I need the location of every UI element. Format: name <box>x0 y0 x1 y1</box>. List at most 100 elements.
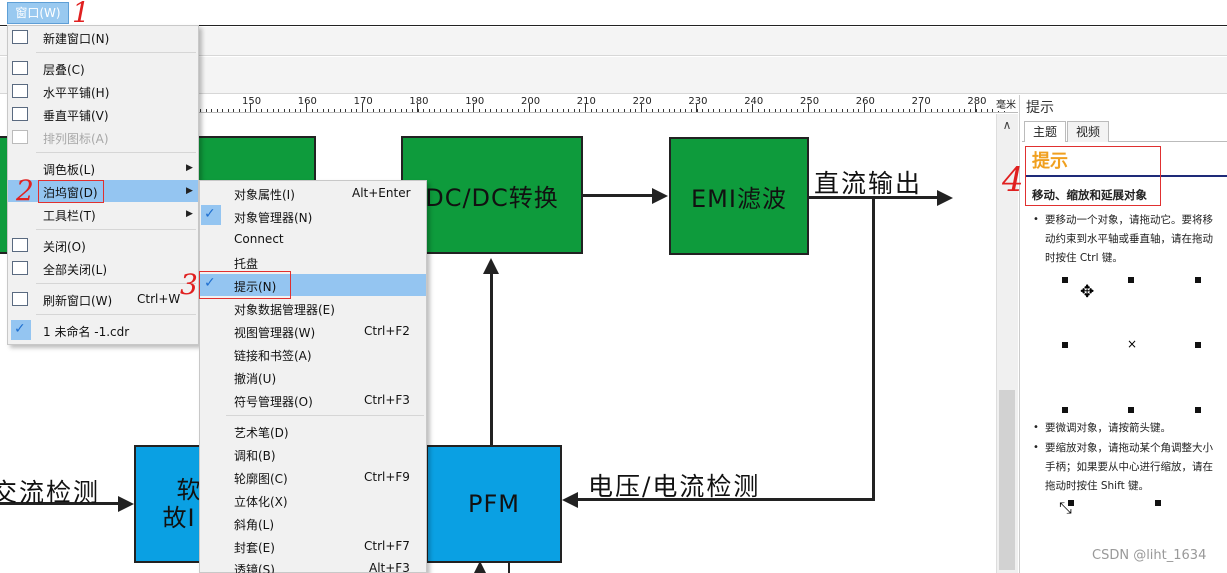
ruler-minor-tick <box>434 109 435 112</box>
selection-handle-icon <box>1195 277 1201 283</box>
menu-item-document-1[interactable]: 1 未命名 -1.cdr <box>43 323 129 340</box>
ruler-minor-tick <box>373 109 374 112</box>
ruler-minor-tick <box>473 109 474 112</box>
shortcut-refresh: Ctrl+W <box>137 292 181 306</box>
submenu-item-symbol-manager[interactable]: 符号管理器(O) <box>234 393 313 410</box>
diagram-box-emi[interactable]: EMI滤波 <box>669 137 809 255</box>
submenu-item-blend[interactable]: 调和(B) <box>234 447 276 464</box>
menu-item-toolbars[interactable]: 工具栏(T) <box>43 207 96 224</box>
ruler-minor-tick <box>713 109 714 112</box>
menu-separator <box>36 229 196 230</box>
submenu-item-artistic-media[interactable]: 艺术笔(D) <box>234 424 289 441</box>
submenu-item-contour[interactable]: 轮廓图(C) <box>234 470 288 487</box>
selection-handle-icon <box>1128 407 1134 413</box>
ruler-minor-tick <box>942 109 943 112</box>
ruler-minor-tick <box>858 109 859 112</box>
diagram-box-pfm[interactable]: PFM <box>426 445 562 563</box>
ruler-tick-label: 170 <box>353 96 373 107</box>
submenu-item-links-bookmarks[interactable]: 链接和书签(A) <box>234 347 312 364</box>
ruler-minor-tick <box>652 109 653 112</box>
ruler-minor-tick <box>295 109 296 112</box>
tab-topic[interactable]: 主题 <box>1024 121 1067 142</box>
submenu-item-object-manager[interactable]: 对象管理器(N) <box>234 209 312 226</box>
ruler-minor-tick <box>300 109 301 112</box>
horizontal-ruler[interactable]: 150 160 170 180 190 200 210 220 230 240 250 260 270 2… <box>198 95 1018 113</box>
submenu-item-object-data-manager[interactable]: 对象数据管理器(E) <box>234 301 335 318</box>
arrow-head <box>118 496 134 512</box>
ruler-tick-label: 230 <box>688 96 708 107</box>
window-menu-button[interactable]: 窗口(W) <box>7 2 69 24</box>
ruler-minor-tick <box>289 109 290 112</box>
ruler-minor-tick <box>898 109 899 112</box>
ruler-minor-tick <box>674 109 675 112</box>
scrollbar-thumb[interactable] <box>999 390 1015 570</box>
ruler-minor-tick <box>217 109 218 112</box>
submenu-item-object-properties[interactable]: 对象属性(I) <box>234 186 295 203</box>
submenu-item-extrude[interactable]: 立体化(X) <box>234 493 288 510</box>
center-mark-icon: × <box>1127 337 1138 351</box>
submenu-item-lens[interactable]: 透镜(S) <box>234 561 275 573</box>
ruler-minor-tick <box>345 109 346 112</box>
submenu-item-bevel[interactable]: 斜角(L) <box>234 516 274 533</box>
step-annotation-4: 4 <box>1002 160 1024 200</box>
ruler-minor-tick <box>451 109 452 112</box>
label-ac-detect: 交流检测 <box>0 478 101 507</box>
ruler-minor-tick <box>591 109 592 112</box>
ruler-minor-tick <box>864 109 865 112</box>
submenu-item-view-manager[interactable]: 视图管理器(W) <box>234 324 315 341</box>
watermark: CSDN @liht_1634 <box>1092 548 1207 563</box>
submenu-item-envelope[interactable]: 封套(E) <box>234 539 275 556</box>
menu-item-cascade[interactable]: 层叠(C) <box>43 61 85 78</box>
selection-handle-icon <box>1062 342 1068 348</box>
menu-item-new-window[interactable]: 新建窗口(N) <box>43 30 109 47</box>
docker-title: 提示 <box>1026 100 1054 116</box>
ruler-minor-tick <box>395 109 396 112</box>
menu-item-tile-horizontal[interactable]: 水平平铺(H) <box>43 84 109 101</box>
ruler-tick-label: 270 <box>911 96 931 107</box>
menu-item-close[interactable]: 关闭(O) <box>43 238 86 255</box>
tab-video[interactable]: 视频 <box>1067 121 1110 142</box>
ruler-minor-tick <box>981 109 982 112</box>
arrange-icons-icon <box>12 130 28 144</box>
ruler-tick-label: 150 <box>242 96 262 107</box>
ruler-minor-tick <box>685 109 686 112</box>
ruler-minor-tick <box>953 109 954 112</box>
ruler-minor-tick <box>881 109 882 112</box>
ruler-minor-tick <box>987 109 988 112</box>
ruler-minor-tick <box>552 109 553 112</box>
scroll-up-icon[interactable]: ∧ <box>999 118 1015 134</box>
soft-label-1: 软 <box>176 476 202 504</box>
ruler-minor-tick <box>579 109 580 112</box>
ruler-minor-tick <box>741 109 742 112</box>
label-vi-detect: 电压/电流检测 <box>588 472 761 501</box>
submenu-item-tray[interactable]: 托盘 <box>234 255 258 272</box>
ruler-minor-tick <box>367 109 368 112</box>
submenu-item-connect[interactable]: Connect <box>234 232 284 246</box>
move-cursor-icon: ✥ <box>1080 282 1095 302</box>
diagram-box-soft[interactable]: 软 故I <box>134 445 204 563</box>
diagram-box-dcdc[interactable]: DC/DC转换 <box>401 136 583 254</box>
ruler-tick-label: 190 <box>465 96 485 107</box>
ruler-minor-tick <box>479 109 480 112</box>
ruler-tick-label: 160 <box>297 96 317 107</box>
bullet-icon: • <box>1033 422 1039 433</box>
menu-item-tile-vertical[interactable]: 垂直平铺(V) <box>43 107 109 124</box>
ruler-minor-tick <box>730 109 731 112</box>
ruler-minor-tick <box>585 109 586 112</box>
tile-horizontal-icon <box>12 84 28 98</box>
menu-item-palette[interactable]: 调色板(L) <box>43 161 95 178</box>
menu-item-close-all[interactable]: 全部关闭(L) <box>43 261 107 278</box>
submenu-arrow-icon: ▶ <box>186 186 193 196</box>
ruler-minor-tick <box>574 109 575 112</box>
submenu-item-undo[interactable]: 撤消(U) <box>234 370 276 387</box>
ruler-minor-tick <box>747 109 748 112</box>
check-icon: ✓ <box>14 321 26 337</box>
menu-separator <box>36 152 196 153</box>
shortcut-object-properties: Alt+Enter <box>352 186 411 200</box>
connector-stub <box>508 563 510 573</box>
ruler-tick-label: 240 <box>744 96 764 107</box>
menu-item-refresh-window[interactable]: 刷新窗口(W) <box>43 292 112 309</box>
ruler-minor-tick <box>351 109 352 112</box>
selection-handle-icon <box>1155 500 1161 506</box>
ruler-minor-tick <box>964 109 965 112</box>
